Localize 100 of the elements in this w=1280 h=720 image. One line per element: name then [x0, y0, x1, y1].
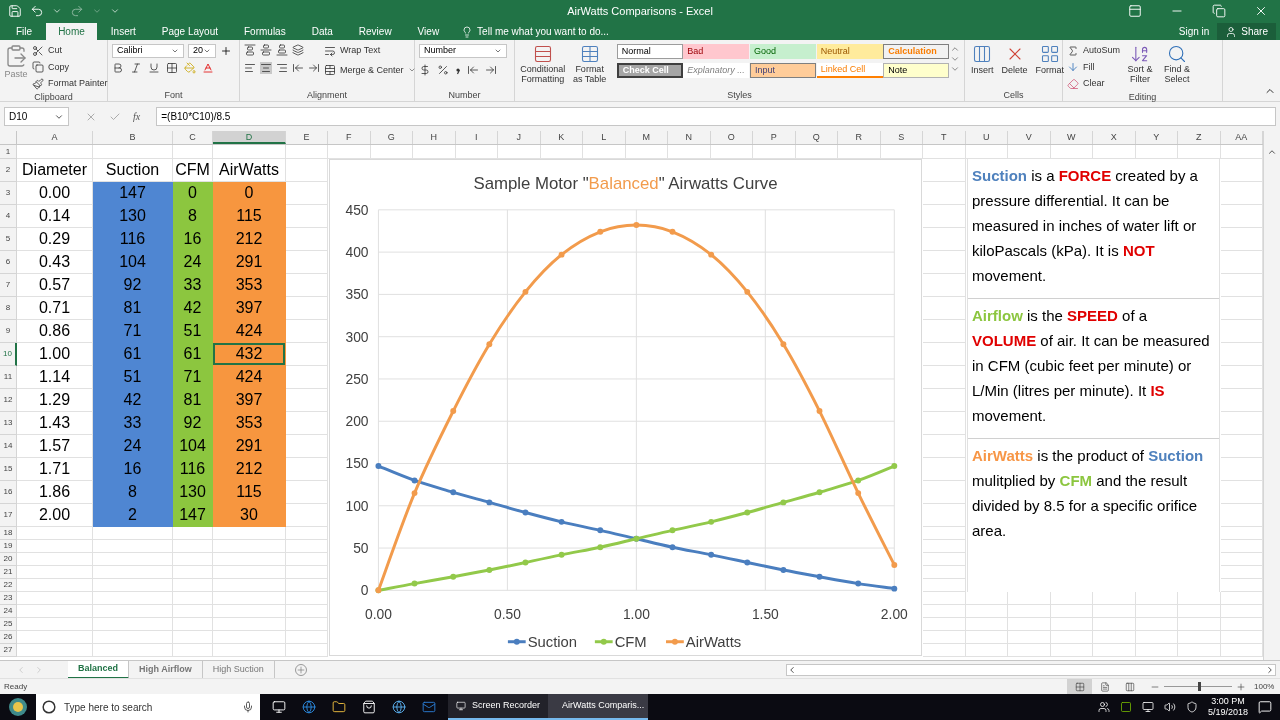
table-cell[interactable]: 92 [173, 412, 213, 435]
empty-cell[interactable] [213, 618, 286, 631]
table-cell[interactable]: 116 [173, 458, 213, 481]
column-header[interactable]: J [498, 131, 541, 144]
column-header[interactable]: V [1008, 131, 1051, 144]
table-cell[interactable]: 115 [213, 481, 286, 504]
empty-cell[interactable] [286, 592, 328, 605]
empty-cell[interactable] [923, 592, 966, 605]
view-button[interactable] [1067, 679, 1092, 694]
more-styles-icon[interactable] [950, 64, 960, 74]
empty-cell[interactable] [213, 644, 286, 657]
empty-cell[interactable] [923, 579, 966, 592]
decrease-indent-icon[interactable] [292, 62, 304, 74]
empty-cell[interactable] [93, 644, 173, 657]
empty-cell[interactable] [1093, 644, 1136, 657]
tray-icon[interactable] [1119, 701, 1132, 713]
people-icon[interactable] [1097, 701, 1110, 713]
empty-cell[interactable] [173, 553, 213, 566]
row-header[interactable]: 22 [0, 579, 17, 592]
empty-cell[interactable] [286, 644, 328, 657]
empty-cell[interactable] [965, 618, 1008, 631]
tell-me-field[interactable]: Tell me what you want to do... [477, 24, 609, 39]
sheet-tab[interactable]: Balanced [68, 660, 130, 679]
font-name-dropdown[interactable]: Calibri [112, 44, 184, 58]
decrease-decimal-icon[interactable] [485, 64, 497, 76]
ribbon-tab[interactable]: View [405, 23, 452, 40]
empty-cell[interactable] [1135, 605, 1178, 618]
table-cell[interactable]: 81 [173, 389, 213, 412]
empty-cell[interactable] [1178, 644, 1221, 657]
empty-cell[interactable] [93, 145, 173, 159]
ribbon-tab[interactable]: Data [299, 23, 345, 40]
network-icon[interactable] [1141, 701, 1154, 713]
empty-cell[interactable] [286, 553, 328, 566]
empty-cell[interactable] [923, 274, 966, 297]
bold-icon[interactable] [112, 62, 124, 74]
empty-cell[interactable] [213, 145, 286, 159]
row-header[interactable]: 20 [0, 553, 17, 566]
column-header[interactable]: R [838, 131, 881, 144]
table-cell[interactable]: 212 [213, 228, 286, 251]
row-header[interactable]: 18 [0, 527, 17, 540]
empty-cell[interactable] [93, 553, 173, 566]
name-box[interactable]: D10 [4, 107, 69, 126]
empty-cell[interactable] [923, 343, 966, 366]
empty-cell[interactable] [173, 566, 213, 579]
row-header[interactable]: 11 [0, 366, 17, 389]
column-header[interactable]: F [328, 131, 371, 144]
table-cell[interactable]: 42 [173, 297, 213, 320]
cells-button[interactable]: Delete [999, 44, 1030, 78]
empty-cell[interactable] [1050, 631, 1093, 644]
format-painter-button[interactable]: Format Painter [32, 77, 108, 91]
empty-cell[interactable] [173, 592, 213, 605]
empty-cell[interactable] [286, 527, 328, 540]
cells-button[interactable]: Format [1033, 44, 1067, 78]
empty-cell[interactable] [1135, 618, 1178, 631]
row-header[interactable]: 8 [0, 297, 17, 320]
column-header[interactable]: H [413, 131, 456, 144]
empty-cell[interactable] [286, 631, 328, 644]
empty-cell[interactable] [213, 605, 286, 618]
conditional-formatting-button[interactable]: Conditional Formatting [519, 44, 567, 84]
cell-style-swatch[interactable]: Neutral [816, 44, 883, 59]
currency-icon[interactable] [419, 64, 431, 76]
taskbar-search-field[interactable]: Type here to search [36, 694, 260, 720]
empty-cell[interactable] [923, 631, 966, 644]
clear-button[interactable]: Clear [1067, 77, 1121, 91]
row-header[interactable]: 23 [0, 592, 17, 605]
table-cell[interactable]: 0 [173, 182, 213, 205]
empty-cell[interactable] [1050, 644, 1093, 657]
row-header[interactable]: 13 [0, 412, 17, 435]
table-cell[interactable]: 397 [213, 297, 286, 320]
increase-decimal-icon[interactable] [467, 64, 479, 76]
empty-cell[interactable] [923, 458, 966, 481]
table-cell[interactable]: 8 [93, 481, 173, 504]
empty-cell[interactable] [93, 540, 173, 553]
empty-cell[interactable] [213, 527, 286, 540]
empty-cell[interactable] [923, 205, 966, 228]
table-cell[interactable]: 51 [93, 366, 173, 389]
empty-cell[interactable] [213, 592, 286, 605]
table-cell[interactable]: 16 [93, 458, 173, 481]
empty-cell[interactable] [93, 527, 173, 540]
empty-cell[interactable] [923, 320, 966, 343]
cell-style-swatch[interactable]: Normal [616, 44, 683, 59]
table-cell[interactable]: 24 [93, 435, 173, 458]
table-cell[interactable]: 0 [213, 182, 286, 205]
number-format-dropdown[interactable]: Number [419, 44, 507, 58]
insert-function-button[interactable]: fx [133, 109, 141, 124]
empty-cell[interactable] [173, 618, 213, 631]
column-header[interactable]: W [1050, 131, 1093, 144]
empty-cell[interactable] [923, 504, 966, 527]
empty-cell[interactable] [1135, 631, 1178, 644]
font-size-dropdown[interactable]: 20 [188, 44, 216, 58]
empty-cell[interactable] [286, 605, 328, 618]
column-header[interactable]: K [540, 131, 583, 144]
empty-cell[interactable] [213, 540, 286, 553]
column-header[interactable]: B [93, 131, 173, 144]
row-header[interactable]: 1 [0, 145, 17, 159]
empty-cell[interactable] [213, 579, 286, 592]
bottom-align-icon[interactable] [276, 44, 288, 56]
empty-cell[interactable] [923, 540, 966, 553]
column-header[interactable]: Z [1178, 131, 1221, 144]
empty-cell[interactable] [1178, 631, 1221, 644]
